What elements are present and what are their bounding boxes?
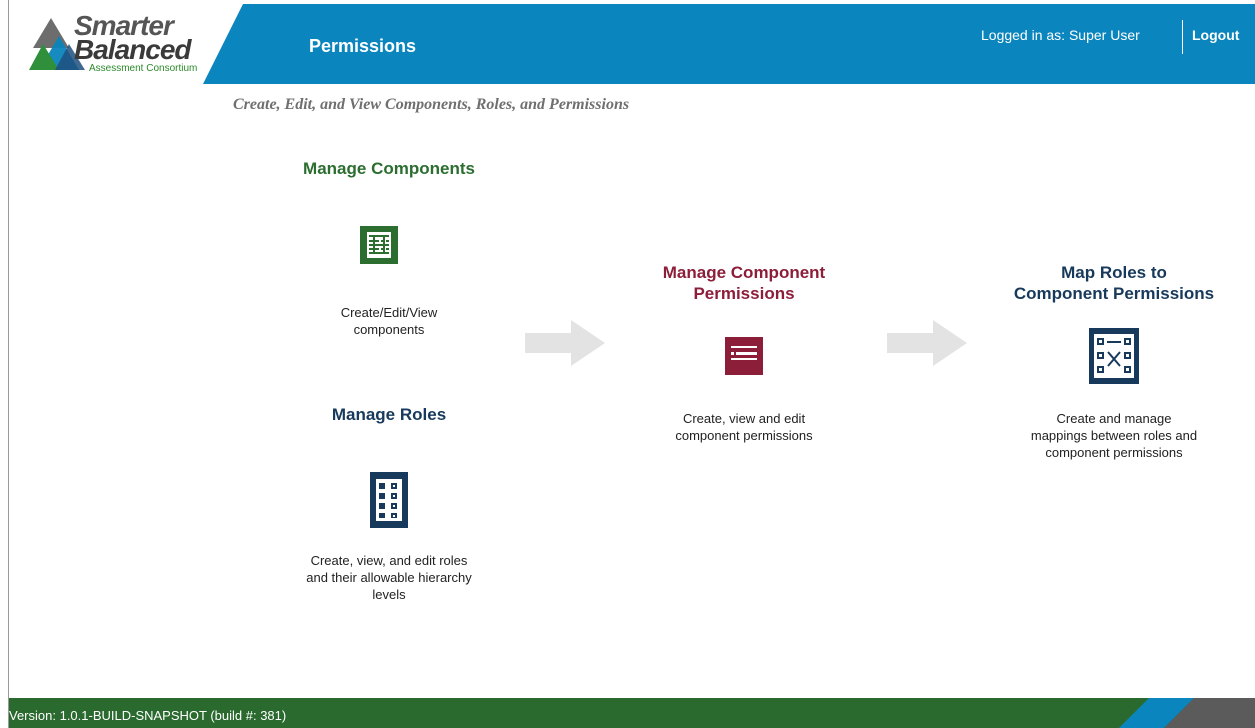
manage-component-permissions-title-line2[interactable]: Permissions	[599, 283, 889, 304]
page-subtitle: Create, Edit, and View Components, Roles…	[233, 96, 630, 113]
manage-component-permissions-title-line1[interactable]: Manage Component	[599, 262, 889, 283]
permissions-list-icon[interactable]	[725, 337, 763, 375]
map-roles-title-line2[interactable]: Component Permissions	[969, 283, 1255, 304]
manage-roles-desc-line1: Create, view, and edit roles	[310, 553, 468, 568]
table-grid-icon[interactable]	[360, 226, 398, 264]
app-frame: Smarter Balanced Assessment Consortium P…	[8, 0, 1255, 728]
mapping-icon[interactable]	[1089, 328, 1139, 384]
manage-roles-card[interactable]: Manage Roles Create, view, and edit role…	[239, 404, 539, 624]
logo-tagline: Assessment Consortium	[89, 63, 198, 74]
map-roles-title-line1[interactable]: Map Roles to	[969, 262, 1255, 283]
map-roles-desc-line1: Create and manage	[1056, 411, 1172, 426]
manage-components-desc-line2: components	[353, 322, 425, 337]
manage-components-desc-line1: Create/Edit/View	[340, 305, 438, 320]
logo-word-balanced: Balanced	[74, 34, 191, 65]
map-roles-desc-line2: mappings between roles and	[1030, 428, 1198, 443]
manage-component-permissions-card[interactable]: Manage Component Permissions Create, vie…	[599, 262, 889, 462]
manage-roles-desc-line3: levels	[372, 587, 406, 602]
logout-link[interactable]: Logout	[1192, 27, 1239, 43]
manage-component-permissions-desc-line1: Create, view and edit	[682, 411, 806, 426]
manage-components-title[interactable]: Manage Components	[239, 158, 539, 179]
flow-arrow-icon	[525, 320, 605, 366]
roles-list-icon[interactable]	[370, 472, 408, 528]
map-roles-card[interactable]: Map Roles to Component Permissions Creat…	[969, 262, 1255, 472]
version-text: Version: 1.0.1-BUILD-SNAPSHOT (build #: …	[9, 708, 287, 723]
map-roles-desc-line3: component permissions	[1045, 445, 1183, 460]
manage-components-card[interactable]: Manage Components Create/Edit/View compo…	[239, 158, 539, 358]
smarter-balanced-logo[interactable]: Smarter Balanced Assessment Consortium	[29, 10, 219, 76]
page-title: Permissions	[309, 36, 417, 56]
header: Smarter Balanced Assessment Consortium P…	[9, 0, 1255, 84]
manage-component-permissions-desc-line2: component permissions	[675, 428, 813, 443]
logged-in-user: Logged in as: Super User	[981, 27, 1140, 43]
flow-arrow-icon	[887, 320, 967, 366]
footer: Version: 1.0.1-BUILD-SNAPSHOT (build #: …	[9, 698, 1255, 728]
manage-roles-desc-line2: and their allowable hierarchy	[306, 570, 472, 585]
manage-roles-title[interactable]: Manage Roles	[239, 404, 539, 425]
header-divider	[1182, 20, 1183, 54]
